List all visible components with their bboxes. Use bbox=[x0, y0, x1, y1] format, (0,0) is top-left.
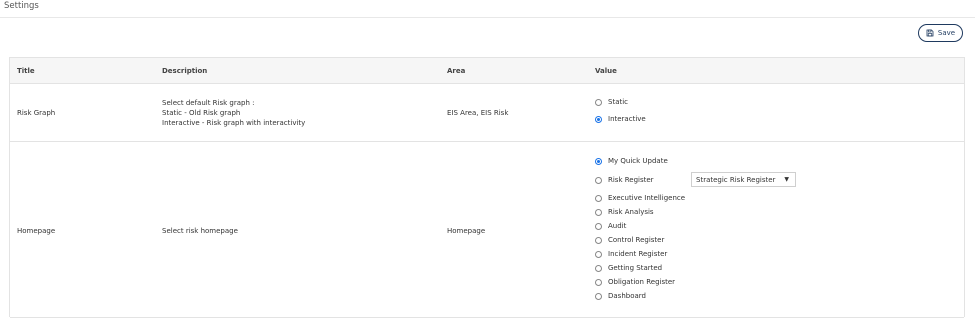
description-line: Interactive - Risk graph with interactiv… bbox=[162, 119, 306, 127]
table-row: Homepage Select risk homepage Homepage M… bbox=[10, 142, 964, 318]
settings-table: Title Description Area Value Risk Graph … bbox=[9, 57, 965, 318]
radio-label: Dashboard bbox=[608, 292, 646, 300]
radio-label: Interactive bbox=[608, 115, 646, 123]
radio-executive-intelligence[interactable]: Executive Intelligence bbox=[595, 194, 685, 202]
radio-label: Executive Intelligence bbox=[608, 194, 686, 202]
register-select-value: Strategic Risk Register bbox=[696, 175, 776, 184]
row-area: EIS Area, EIS Risk bbox=[447, 109, 509, 117]
radio-label: Static bbox=[608, 98, 629, 106]
radio-circle[interactable] bbox=[595, 194, 602, 202]
radio-label: Incident Register bbox=[608, 250, 668, 258]
description-line: Select default Risk graph : bbox=[162, 99, 255, 107]
header-description: Description bbox=[162, 67, 208, 75]
radio-circle[interactable] bbox=[595, 278, 602, 286]
radio-label: Risk Register bbox=[608, 176, 654, 184]
radio-interactive[interactable]: Interactive bbox=[595, 115, 646, 123]
row-area: Homepage bbox=[447, 227, 486, 235]
title-divider bbox=[0, 17, 975, 18]
row-title: Homepage bbox=[17, 227, 56, 235]
radio-obligation-register[interactable]: Obligation Register bbox=[595, 278, 675, 286]
radio-label: Getting Started bbox=[608, 264, 663, 272]
radio-audit[interactable]: Audit bbox=[595, 222, 626, 230]
row-description: Select default Risk graph : Static - Old… bbox=[162, 98, 305, 128]
radio-circle[interactable] bbox=[595, 222, 602, 230]
radio-circle[interactable] bbox=[595, 176, 602, 184]
header-area: Area bbox=[447, 67, 466, 75]
page-title: Settings bbox=[4, 1, 39, 11]
radio-label: Control Register bbox=[608, 236, 665, 244]
register-select[interactable]: Strategic Risk Register ▼ bbox=[691, 172, 796, 187]
header-title: Title bbox=[17, 67, 35, 75]
radio-label: Audit bbox=[608, 222, 627, 230]
radio-static[interactable]: Static bbox=[595, 98, 628, 106]
table-row: Risk Graph Select default Risk graph : S… bbox=[10, 84, 964, 142]
chevron-down-icon: ▼ bbox=[784, 176, 789, 183]
row-description: Select risk homepage bbox=[162, 227, 238, 235]
floppy-disk-icon bbox=[926, 29, 934, 37]
radio-circle[interactable] bbox=[595, 115, 602, 123]
radio-circle[interactable] bbox=[595, 157, 602, 165]
save-button-label: Save bbox=[937, 29, 956, 37]
row-title: Risk Graph bbox=[17, 109, 56, 117]
radio-circle[interactable] bbox=[595, 292, 602, 300]
save-button[interactable]: Save bbox=[918, 24, 963, 42]
radio-incident-register[interactable]: Incident Register bbox=[595, 250, 667, 258]
description-line: Static - Old Risk graph bbox=[162, 109, 241, 117]
radio-circle[interactable] bbox=[595, 208, 602, 216]
radio-circle[interactable] bbox=[595, 236, 602, 244]
radio-circle[interactable] bbox=[595, 264, 602, 272]
radio-label: My Quick Update bbox=[608, 157, 668, 165]
radio-dashboard[interactable]: Dashboard bbox=[595, 292, 646, 300]
radio-label: Risk Analysis bbox=[608, 208, 654, 216]
radio-circle[interactable] bbox=[595, 250, 602, 258]
radio-label: Obligation Register bbox=[608, 278, 676, 286]
header-value: Value bbox=[595, 67, 617, 75]
radio-getting-started[interactable]: Getting Started bbox=[595, 264, 662, 272]
radio-control-register[interactable]: Control Register bbox=[595, 236, 664, 244]
radio-risk-analysis[interactable]: Risk Analysis bbox=[595, 208, 654, 216]
table-header: Title Description Area Value bbox=[10, 58, 964, 84]
radio-circle[interactable] bbox=[595, 98, 602, 106]
radio-my-quick-update[interactable]: My Quick Update bbox=[595, 157, 668, 165]
radio-risk-register[interactable]: Risk Register bbox=[595, 176, 654, 184]
